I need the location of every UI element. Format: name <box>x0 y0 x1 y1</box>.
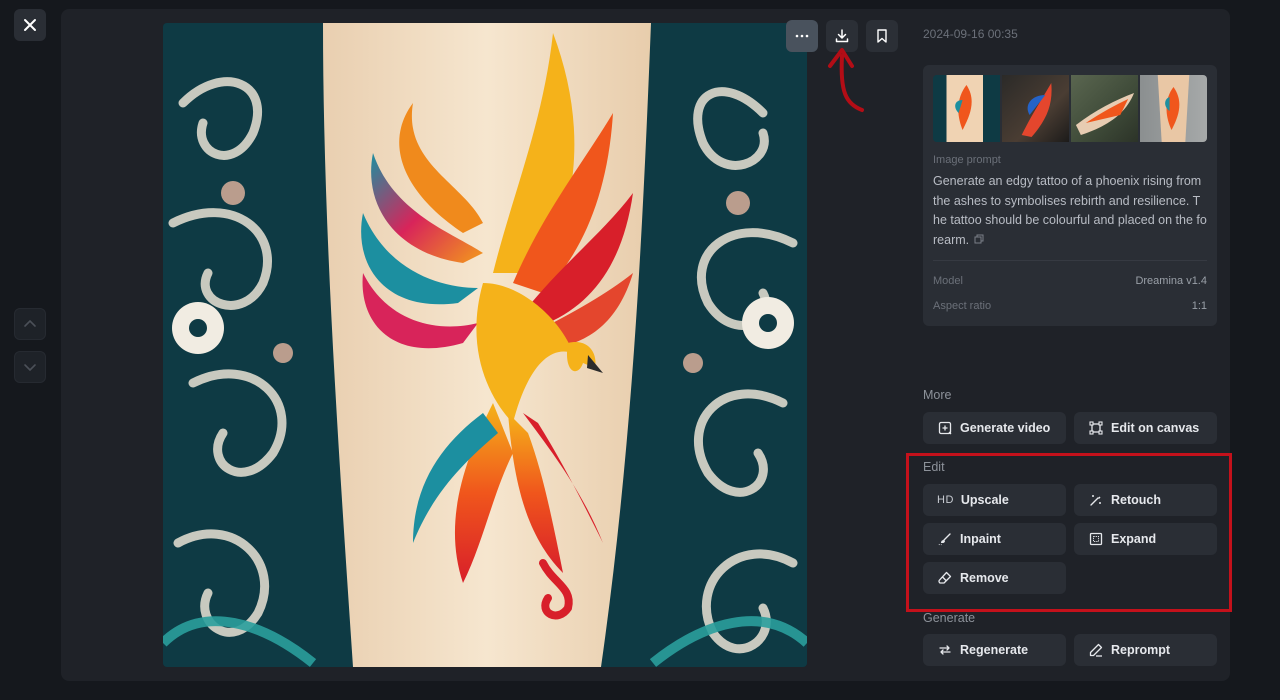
download-icon <box>835 29 849 43</box>
next-image-button[interactable] <box>14 351 46 383</box>
aspect-ratio-label: Aspect ratio <box>933 300 992 312</box>
inpaint-brush-icon <box>937 531 953 547</box>
inpaint-button[interactable]: Inpaint <box>923 523 1066 555</box>
section-generate-label: Generate <box>923 611 976 625</box>
previous-image-button[interactable] <box>14 308 46 340</box>
section-more-label: More <box>923 388 952 402</box>
expand-label: Expand <box>1111 532 1157 546</box>
thumbnail[interactable] <box>1140 75 1207 142</box>
more-dots-icon <box>795 34 809 38</box>
chevron-up-icon <box>24 319 36 327</box>
upscale-label: Upscale <box>960 493 1009 507</box>
regenerate-button[interactable]: Regenerate <box>923 634 1066 666</box>
section-edit-label: Edit <box>923 460 945 474</box>
retouch-label: Retouch <box>1111 493 1161 507</box>
image-prompt-text: Generate an edgy tattoo of a phoenix ris… <box>933 172 1207 250</box>
generated-image <box>163 23 807 667</box>
remove-label: Remove <box>960 571 1009 585</box>
upscale-button[interactable]: HD Upscale <box>923 484 1066 516</box>
edit-on-canvas-label: Edit on canvas <box>1111 421 1200 435</box>
inpaint-label: Inpaint <box>960 532 1001 546</box>
generate-video-button[interactable]: Generate video <box>923 412 1066 444</box>
thumbnail[interactable] <box>1002 75 1069 142</box>
bookmark-button[interactable] <box>866 20 898 52</box>
thumbnail[interactable] <box>1071 75 1138 142</box>
model-row: Model Dreamina v1.4 <box>933 275 1207 287</box>
video-plus-icon <box>937 420 953 436</box>
retouch-button[interactable]: Retouch <box>1074 484 1217 516</box>
info-divider <box>933 260 1207 261</box>
generate-video-label: Generate video <box>960 421 1051 435</box>
eraser-icon <box>937 570 953 586</box>
regenerate-icon <box>937 642 953 658</box>
aspect-ratio-row: Aspect ratio 1:1 <box>933 300 1207 312</box>
more-options-button[interactable] <box>786 20 818 52</box>
bookmark-icon <box>877 29 887 43</box>
model-value: Dreamina v1.4 <box>1135 275 1207 287</box>
thumbnail[interactable] <box>933 75 1000 142</box>
creation-timestamp: 2024-09-16 00:35 <box>923 27 1018 41</box>
expand-icon <box>1088 531 1104 547</box>
reprompt-button[interactable]: Reprompt <box>1074 634 1217 666</box>
aspect-ratio-value: 1:1 <box>1191 300 1207 312</box>
retouch-wand-icon <box>1088 492 1104 508</box>
image-info-card: Image prompt Generate an edgy tattoo of … <box>923 65 1217 326</box>
close-icon <box>24 19 36 31</box>
reference-thumbnails <box>933 75 1207 142</box>
chevron-down-icon <box>24 364 36 372</box>
pencil-icon <box>1088 642 1104 658</box>
download-button[interactable] <box>826 20 858 52</box>
image-prompt-label: Image prompt <box>933 154 1001 166</box>
reprompt-label: Reprompt <box>1111 643 1171 657</box>
model-label: Model <box>933 275 963 287</box>
regenerate-label: Regenerate <box>960 643 1029 657</box>
canvas-icon <box>1088 420 1104 436</box>
hd-icon: HD <box>937 494 954 506</box>
expand-button[interactable]: Expand <box>1074 523 1217 555</box>
remove-button[interactable]: Remove <box>923 562 1066 594</box>
edit-on-canvas-button[interactable]: Edit on canvas <box>1074 412 1217 444</box>
close-button[interactable] <box>14 9 46 41</box>
copy-icon[interactable] <box>974 231 984 251</box>
